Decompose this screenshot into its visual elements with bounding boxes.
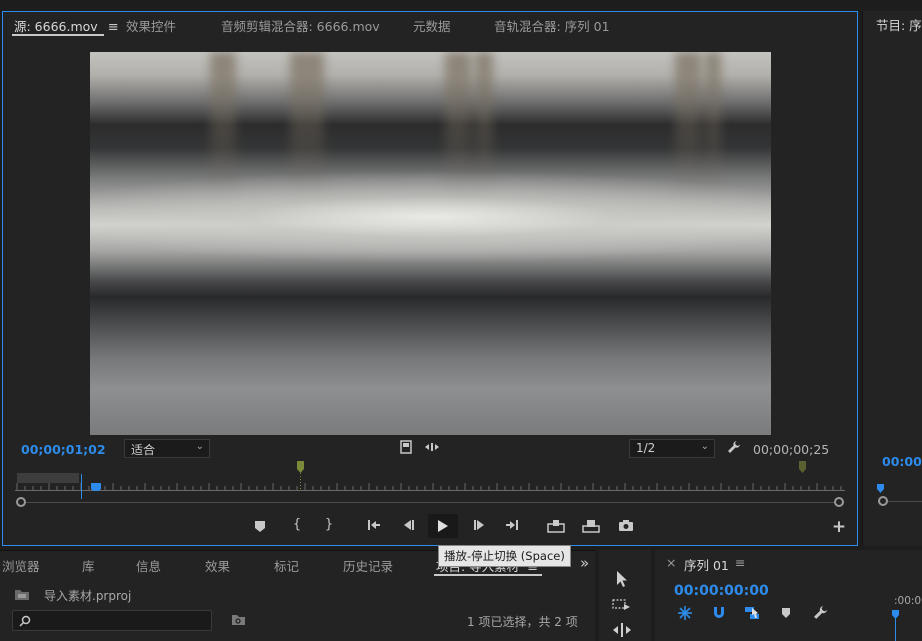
button-editor-add-icon[interactable]: + (828, 517, 850, 537)
time-ruler[interactable] (15, 461, 845, 495)
nest-sequence-icon[interactable] (677, 605, 693, 624)
play-stop-button[interactable] (428, 514, 458, 538)
tab-libraries[interactable]: 库 (82, 556, 95, 575)
program-playhead[interactable] (877, 483, 885, 493)
find-icon[interactable] (231, 613, 246, 629)
zoom-bar-start-handle[interactable] (16, 497, 26, 507)
timeline-playhead-line (895, 618, 896, 641)
add-marker-icon[interactable] (781, 607, 791, 622)
tab-info[interactable]: 信息 (136, 556, 161, 575)
panel-menu-icon[interactable]: ≡ (108, 20, 119, 35)
program-zoom-scroll-bar[interactable] (888, 501, 922, 502)
program-monitor-panel: 节目: 序列 00:00 (862, 11, 922, 546)
chevron-down-icon: ⌄ (195, 441, 204, 452)
panel-overflow-icon[interactable]: » (580, 554, 589, 572)
panel-menu-icon[interactable]: ≡ (735, 555, 745, 570)
mark-in-button[interactable]: { (286, 515, 308, 535)
tab-audio-clip-mixer[interactable]: 音频剪辑混合器: 6666.mov (221, 16, 380, 35)
tools-panel (599, 550, 651, 641)
active-tab-underline (12, 34, 104, 36)
step-back-button[interactable] (397, 516, 419, 536)
tab-media-browser[interactable]: 浏览器 (2, 556, 40, 575)
clip-duration: 00;00;00;25 (753, 442, 830, 457)
ripple-edit-tool-icon[interactable] (612, 622, 632, 641)
step-forward-button[interactable] (469, 516, 491, 536)
go-to-in-button[interactable] (363, 516, 385, 536)
timeline-settings-wrench-icon[interactable] (813, 605, 828, 623)
mark-out-button[interactable]: } (318, 515, 340, 535)
insert-overwrite-icon[interactable] (395, 437, 417, 457)
zoom-bar-end-handle[interactable] (834, 497, 844, 507)
tab-effects[interactable]: 效果 (205, 556, 230, 575)
search-input[interactable] (12, 610, 212, 631)
chevron-down-icon: ⌄ (700, 441, 709, 452)
add-marker-button[interactable] (249, 516, 271, 536)
timeline-playhead[interactable] (892, 609, 900, 619)
linked-selection-icon[interactable] (744, 605, 760, 624)
active-tab-underline (434, 574, 542, 576)
overwrite-button[interactable] (580, 516, 602, 536)
tab-history[interactable]: 历史记录 (343, 556, 393, 575)
program-timecode[interactable]: 00:00 (882, 454, 922, 469)
program-zoom-bar-handle[interactable] (878, 496, 888, 506)
playhead[interactable] (81, 474, 82, 499)
timeline-panel: × 序列 01 ≡ 00:00:00:00 :00:00 (655, 550, 922, 641)
tab-markers[interactable]: 标记 (274, 556, 299, 575)
insert-button[interactable] (545, 516, 567, 536)
close-tab-icon[interactable]: × (666, 555, 676, 570)
source-monitor-panel: 源: 6666.mov ≡ 效果控件 音频剪辑混合器: 6666.mov 元数据… (2, 11, 858, 546)
go-to-out-button[interactable] (501, 516, 523, 536)
play-tooltip: 播放-停止切换 (Space) (438, 545, 571, 567)
snap-magnet-icon[interactable] (711, 605, 727, 624)
project-file-name: 导入素材.prproj (44, 589, 132, 603)
tab-sequence[interactable]: 序列 01 (684, 555, 729, 574)
selection-tool-icon[interactable] (615, 570, 629, 591)
video-preview[interactable] (90, 52, 771, 435)
camera-icon[interactable] (615, 516, 637, 536)
zoom-scroll-bar[interactable] (26, 502, 834, 503)
timeline-ruler-label: :00:00 (894, 595, 922, 607)
tab-metadata[interactable]: 元数据 (413, 16, 451, 35)
wrench-icon[interactable] (723, 437, 745, 457)
track-select-tool-icon[interactable] (612, 598, 632, 617)
tab-audio-track-mixer[interactable]: 音轨混合器: 序列 01 (494, 16, 610, 35)
playback-resolution-select[interactable]: 1/2 ⌄ (629, 439, 715, 458)
tab-effect-controls[interactable]: 效果控件 (126, 16, 176, 35)
project-bin-icon (14, 588, 30, 604)
zoom-level-select[interactable]: 适合 ⌄ (124, 439, 210, 458)
tab-program[interactable]: 节目: 序列 (876, 15, 922, 34)
current-timecode[interactable]: 00;00;01;02 (21, 442, 106, 457)
timeline-timecode[interactable]: 00:00:00:00 (674, 583, 769, 599)
search-icon (19, 615, 31, 627)
drag-video-audio-icon[interactable] (421, 437, 443, 457)
selection-status: 1 项已选择，共 2 项 (467, 615, 578, 629)
tab-source[interactable]: 源: 6666.mov ≡ (14, 16, 119, 35)
